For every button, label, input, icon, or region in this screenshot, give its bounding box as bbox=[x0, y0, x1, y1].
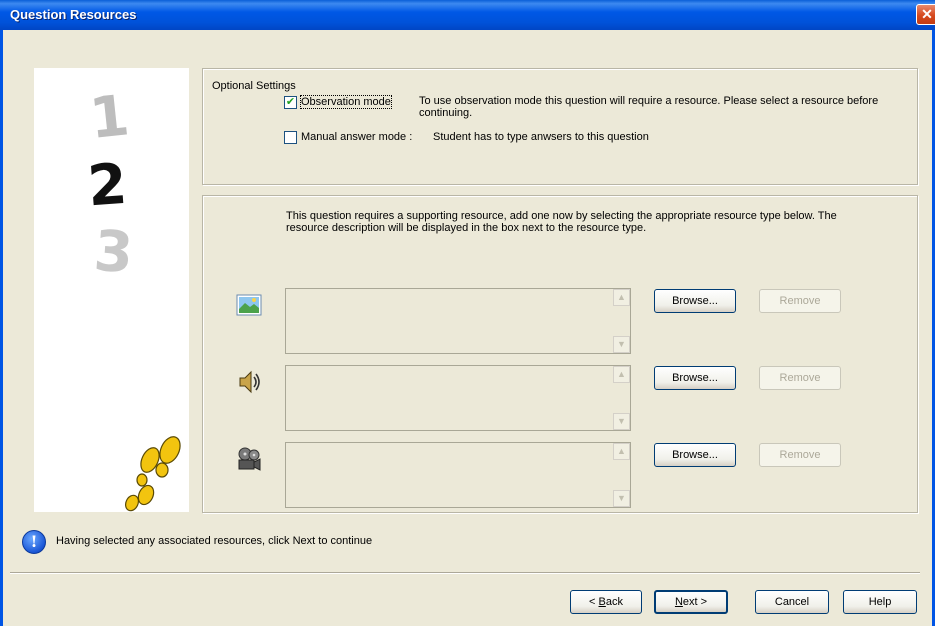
image-resource-scrollbar[interactable]: ▲ ▼ bbox=[613, 289, 630, 353]
step-2-number: 2 bbox=[85, 151, 130, 220]
sound-resource-scrollbar[interactable]: ▲ ▼ bbox=[613, 366, 630, 430]
remove-sound-button[interactable]: Remove bbox=[759, 366, 841, 390]
browse-sound-button[interactable]: Browse... bbox=[654, 366, 736, 390]
resources-intro-text: This question requires a supporting reso… bbox=[286, 210, 837, 234]
manual-answer-mode-checkbox[interactable] bbox=[284, 131, 297, 144]
scroll-down-icon: ▼ bbox=[617, 339, 626, 349]
remove-image-button[interactable]: Remove bbox=[759, 289, 841, 313]
next-rest: ext > bbox=[682, 596, 708, 608]
scroll-up-icon: ▲ bbox=[617, 369, 626, 379]
scroll-down-icon: ▼ bbox=[617, 416, 626, 426]
close-icon: ✕ bbox=[921, 6, 933, 22]
exclamation-glyph: ! bbox=[30, 532, 38, 551]
footsteps-icon bbox=[124, 436, 181, 512]
back-rest: ack bbox=[605, 596, 623, 608]
back-prefix: < bbox=[589, 596, 599, 608]
browse-video-button[interactable]: Browse... bbox=[654, 443, 736, 467]
close-button[interactable]: ✕ bbox=[916, 4, 935, 25]
title-bar[interactable]: Question Resources ✕ bbox=[0, 0, 935, 30]
scroll-up-icon: ▲ bbox=[617, 292, 626, 302]
optional-settings-label: Optional Settings bbox=[212, 80, 296, 92]
window-frame-left bbox=[0, 30, 3, 626]
manual-answer-mode-label[interactable]: Manual answer mode : bbox=[301, 131, 412, 143]
wizard-steps-panel: 1 2 3 bbox=[34, 68, 189, 512]
step-3-number: 3 bbox=[91, 218, 136, 287]
manual-answer-mode-description: Student has to type anwsers to this ques… bbox=[433, 131, 649, 143]
cancel-button[interactable]: Cancel bbox=[755, 590, 829, 614]
window-title: Question Resources bbox=[10, 7, 137, 22]
checkmark-icon: ✔ bbox=[285, 96, 296, 108]
video-resource-description-box[interactable]: ▲ ▼ bbox=[285, 442, 631, 508]
scroll-up-button[interactable]: ▲ bbox=[613, 366, 630, 383]
browse-image-button[interactable]: Browse... bbox=[654, 289, 736, 313]
scroll-up-icon: ▲ bbox=[617, 446, 626, 456]
scroll-down-icon: ▼ bbox=[617, 493, 626, 503]
next-access-key: N bbox=[674, 596, 683, 608]
step-1-number: 1 bbox=[86, 83, 133, 152]
observation-mode-option[interactable]: ✔ Observation mode bbox=[284, 95, 392, 109]
observation-mode-description: To use observation mode this question wi… bbox=[419, 95, 879, 119]
scroll-down-button[interactable]: ▼ bbox=[613, 336, 630, 353]
info-message: Having selected any associated resources… bbox=[56, 535, 373, 547]
question-resources-window: Question Resources ✕ 1 2 3 Optional Sett… bbox=[0, 0, 935, 626]
optional-settings-group bbox=[202, 68, 918, 185]
scroll-down-button[interactable]: ▼ bbox=[613, 413, 630, 430]
observation-mode-checkbox[interactable]: ✔ bbox=[284, 96, 297, 109]
image-icon[interactable] bbox=[236, 292, 262, 318]
observation-mode-label[interactable]: Observation mode bbox=[300, 95, 392, 109]
next-button[interactable]: Next > bbox=[654, 590, 728, 614]
film-reel-icon[interactable] bbox=[236, 446, 262, 472]
back-access-key: B bbox=[598, 596, 606, 608]
footer-separator bbox=[10, 572, 920, 574]
scroll-up-button[interactable]: ▲ bbox=[613, 443, 630, 460]
info-icon: ! bbox=[22, 530, 46, 554]
scroll-down-button[interactable]: ▼ bbox=[613, 490, 630, 507]
speaker-icon[interactable] bbox=[236, 369, 262, 395]
back-button[interactable]: < Back bbox=[570, 590, 642, 614]
sound-resource-description-box[interactable]: ▲ ▼ bbox=[285, 365, 631, 431]
scroll-up-button[interactable]: ▲ bbox=[613, 289, 630, 306]
image-resource-description-box[interactable]: ▲ ▼ bbox=[285, 288, 631, 354]
remove-video-button[interactable]: Remove bbox=[759, 443, 841, 467]
manual-answer-mode-option[interactable]: Manual answer mode : bbox=[284, 131, 412, 144]
help-button[interactable]: Help bbox=[843, 590, 917, 614]
video-resource-scrollbar[interactable]: ▲ ▼ bbox=[613, 443, 630, 507]
